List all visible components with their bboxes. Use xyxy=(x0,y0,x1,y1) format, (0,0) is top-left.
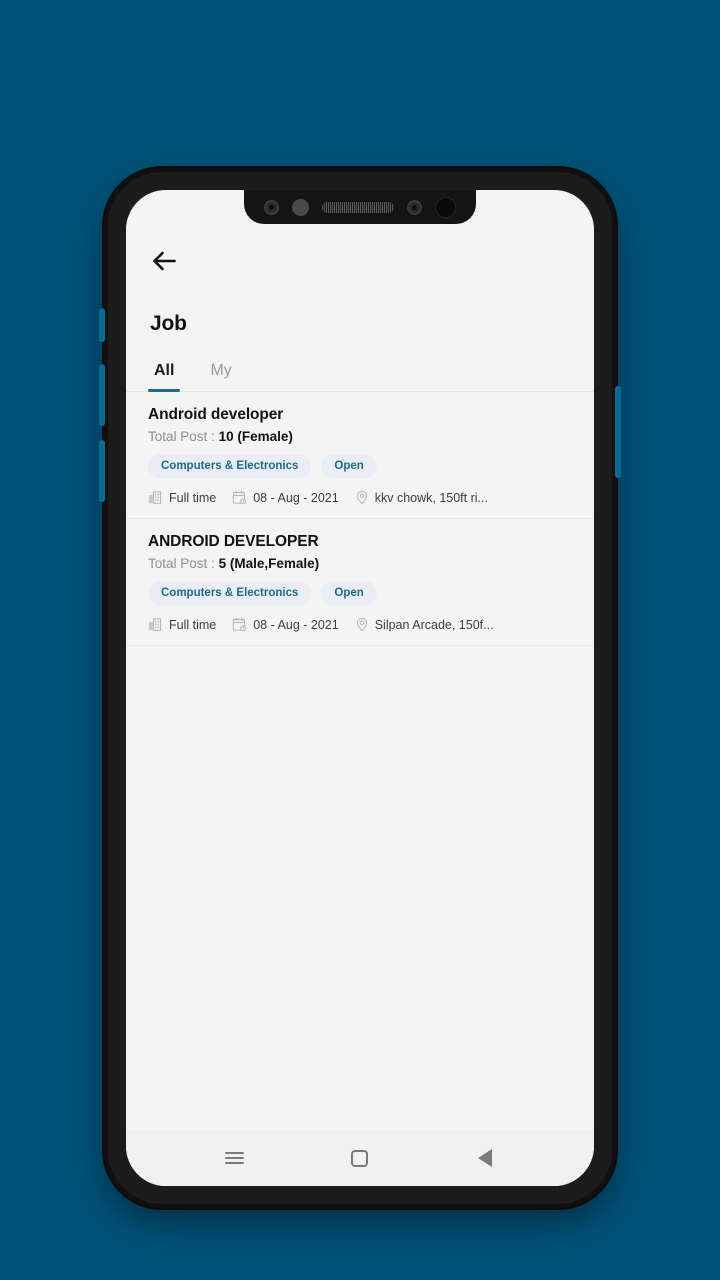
job-location-label: Silpan Arcade, 150f... xyxy=(374,617,494,632)
job-meta-row: Full time 08 - Aug - 2021 xyxy=(148,490,572,505)
volume-down-button[interactable] xyxy=(99,440,105,502)
job-location: kkv chowk, 150ft ri... xyxy=(355,490,488,505)
job-list[interactable]: Android developer Total Post : 10 (Femal… xyxy=(126,392,594,1130)
job-status-chip[interactable]: Open xyxy=(321,581,377,605)
job-status-chip[interactable]: Open xyxy=(321,454,377,478)
job-date: 08 - Aug - 2021 xyxy=(232,617,339,632)
job-date-label: 08 - Aug - 2021 xyxy=(253,490,339,505)
back-nav-button[interactable] xyxy=(463,1136,507,1180)
office-building-icon xyxy=(148,491,162,504)
tab-bar: All My xyxy=(126,358,594,392)
mute-switch-button[interactable] xyxy=(99,308,105,342)
proximity-sensor-icon xyxy=(435,196,456,218)
tab-my[interactable]: My xyxy=(206,358,235,391)
recents-icon xyxy=(225,1149,245,1167)
tab-all[interactable]: All xyxy=(147,358,181,392)
job-location-label: kkv chowk, 150ft ri... xyxy=(374,490,488,505)
job-title: Android developer xyxy=(148,406,284,423)
volume-up-button[interactable] xyxy=(99,364,105,426)
front-camera-icon xyxy=(264,199,279,215)
app-root: Job All My Android developer Total Post … xyxy=(126,190,594,1186)
arrow-left-icon xyxy=(153,251,176,271)
sensor-dot-icon xyxy=(292,198,309,216)
back-icon xyxy=(478,1149,493,1167)
recents-button[interactable] xyxy=(213,1136,257,1180)
home-button[interactable] xyxy=(338,1136,382,1180)
job-category-chip[interactable]: Computers & Electronics xyxy=(148,581,312,605)
job-total-post-label: Total Post : xyxy=(148,429,215,444)
job-date-label: 08 - Aug - 2021 xyxy=(253,617,339,632)
notch xyxy=(244,190,476,224)
office-building-icon xyxy=(148,618,162,631)
back-button[interactable] xyxy=(148,244,182,278)
job-chip-group: Computers & Electronics Open xyxy=(148,581,572,605)
job-total-post: Total Post : 5 (Male,Female) xyxy=(148,556,572,571)
secondary-camera-icon xyxy=(407,199,422,215)
job-employment-type-label: Full time xyxy=(169,490,217,505)
power-button[interactable] xyxy=(615,386,621,478)
job-list-item[interactable]: ANDROID DEVELOPER Total Post : 5 (Male,F… xyxy=(126,519,594,646)
earpiece-speaker-icon xyxy=(322,201,394,213)
job-chip-group: Computers & Electronics Open xyxy=(148,454,572,478)
phone-frame: Job All My Android developer Total Post … xyxy=(99,168,621,1208)
phone-screen: Job All My Android developer Total Post … xyxy=(126,190,594,1186)
job-meta-row: Full time 08 - Aug - 2021 xyxy=(148,617,572,632)
job-employment-type-label: Full time xyxy=(169,617,217,632)
map-pin-icon xyxy=(356,617,367,632)
job-total-post-label: Total Post : xyxy=(148,556,215,571)
job-employment-type: Full time xyxy=(148,617,216,632)
calendar-clock-icon xyxy=(233,617,247,632)
job-total-post-value: 5 (Male,Female) xyxy=(218,556,320,571)
job-title: ANDROID DEVELOPER xyxy=(148,533,319,550)
calendar-clock-icon xyxy=(233,490,247,505)
job-employment-type: Full time xyxy=(148,490,216,505)
job-list-item[interactable]: Android developer Total Post : 10 (Femal… xyxy=(126,392,594,519)
job-total-post: Total Post : 10 (Female) xyxy=(148,429,572,444)
map-pin-icon xyxy=(356,490,367,505)
job-total-post-value: 10 (Female) xyxy=(218,429,293,444)
page-title: Job xyxy=(150,312,187,335)
android-nav-bar xyxy=(126,1130,594,1186)
job-location: Silpan Arcade, 150f... xyxy=(355,617,494,632)
home-icon xyxy=(351,1149,369,1167)
job-date: 08 - Aug - 2021 xyxy=(232,490,339,505)
job-category-chip[interactable]: Computers & Electronics xyxy=(148,454,312,478)
